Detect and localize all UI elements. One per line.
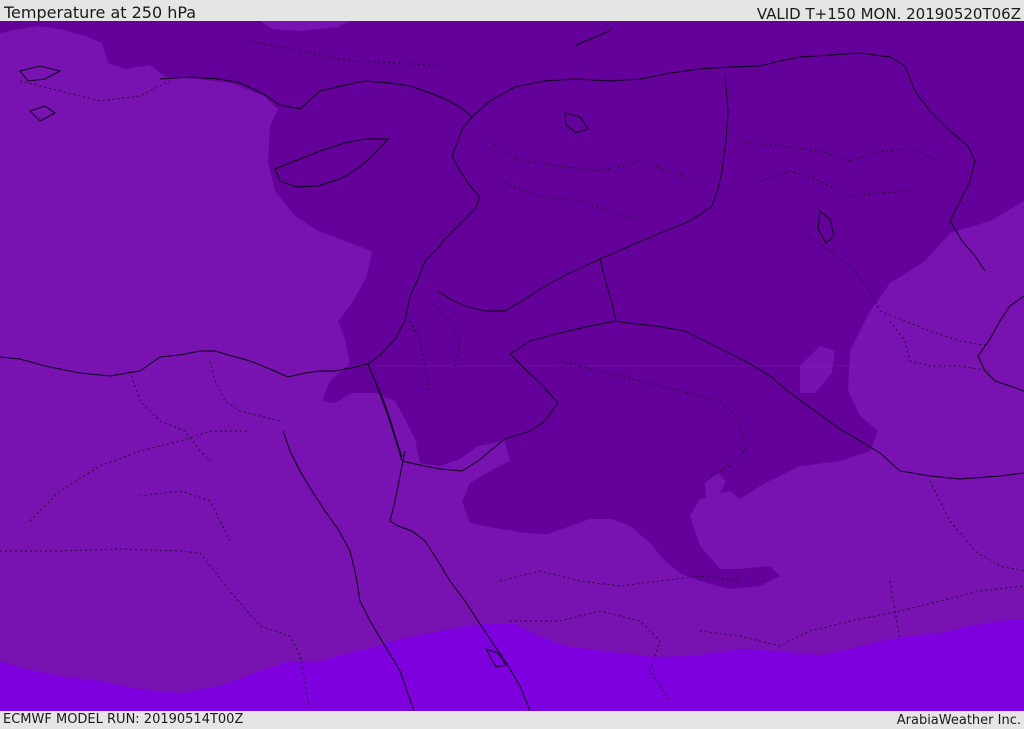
credit-label: ArabiaWeather Inc. bbox=[896, 713, 1021, 728]
valid-time-label: VALID T+150 MON. 20190520T06Z bbox=[756, 5, 1021, 23]
temperature-map bbox=[0, 21, 1024, 711]
map-canvas bbox=[0, 21, 1024, 711]
map-title: Temperature at 250 hPa bbox=[4, 3, 197, 22]
header-bar: Temperature at 250 hPa VALID T+150 MON. … bbox=[0, 0, 1024, 23]
footer-bar: ECMWF MODEL RUN: 20190514T00Z ArabiaWeat… bbox=[0, 711, 1024, 729]
model-run-label: ECMWF MODEL RUN: 20190514T00Z bbox=[3, 712, 244, 727]
